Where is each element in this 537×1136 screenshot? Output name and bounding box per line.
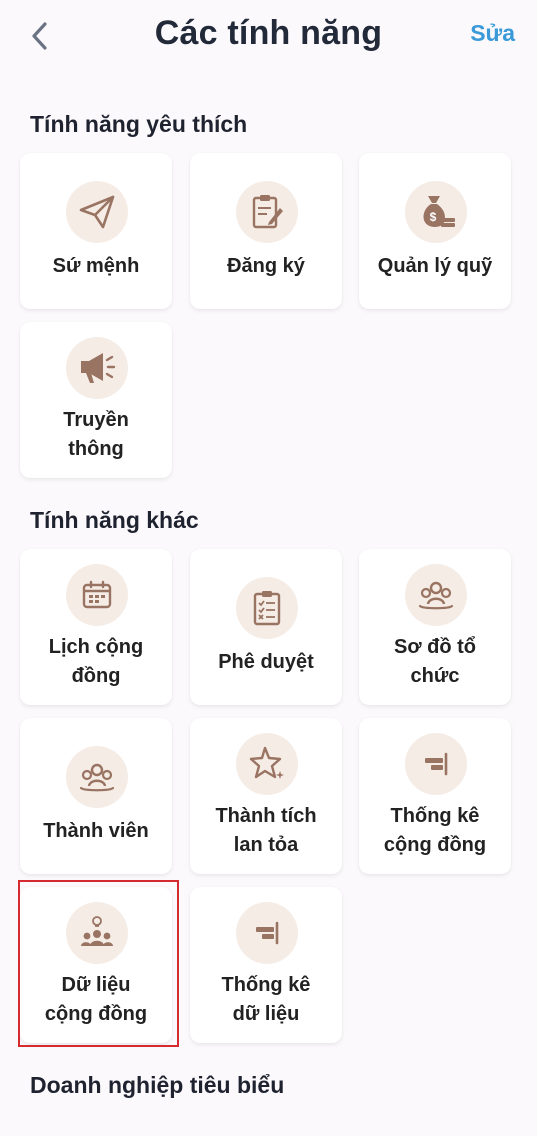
feature-card-label: Thành viên <box>43 820 149 842</box>
label-line: chức <box>410 665 460 687</box>
feature-card-thanh-tich-lan-toa[interactable]: Thành tích lan tỏa <box>190 718 342 874</box>
paper-plane-icon <box>66 181 128 243</box>
feature-card-thong-ke-du-lieu[interactable]: Thống kê dữ liệu <box>190 887 342 1043</box>
feature-card-label: Quản lý quỹ <box>377 255 493 277</box>
feature-card-dang-ky[interactable]: Đăng ký <box>190 153 342 309</box>
feature-card-quan-ly-quy[interactable]: $ Quản lý quỹ <box>359 153 511 309</box>
page-title: Các tính năng <box>154 14 383 52</box>
feature-card-su-menh[interactable]: Sứ mệnh <box>20 153 172 309</box>
feature-card-thong-ke-cong-dong[interactable]: Thống kê cộng đồng <box>359 718 511 874</box>
label-line: lan tỏa <box>233 834 299 856</box>
clipboard-edit-icon <box>236 181 298 243</box>
label-line: dữ liệu <box>232 1003 300 1025</box>
feature-card-label: Thành tích lan tỏa <box>196 802 336 860</box>
section-title-favorite: Tính năng yêu thích <box>30 111 248 137</box>
feature-card-thanh-vien[interactable]: Thành viên <box>20 718 172 874</box>
label-line: Truyền <box>63 409 129 431</box>
edit-button[interactable]: Sửa <box>470 20 515 47</box>
feature-card-label: Đăng ký <box>227 255 305 277</box>
feature-card-label: Thống kê cộng đồng <box>365 802 505 860</box>
group-circle-icon <box>405 564 467 626</box>
label-line: Sơ đồ tổ <box>394 636 476 658</box>
feature-card-label: Thống kê dữ liệu <box>196 971 336 1029</box>
label-line: Lịch cộng <box>48 636 144 658</box>
label-line: Thống kê <box>390 805 480 827</box>
label-line: Thành tích <box>215 805 317 827</box>
checklist-icon <box>236 577 298 639</box>
label-line: Thống kê <box>221 974 311 996</box>
feature-card-label: Truyền thông <box>26 406 166 464</box>
section-title-other: Tính năng khác <box>30 507 199 533</box>
label-line: cộng đồng <box>44 1003 148 1025</box>
feature-card-du-lieu-cong-dong[interactable]: Dữ liệu cộng đồng <box>20 887 172 1043</box>
section-title-business: Doanh nghiệp tiêu biểu <box>30 1072 285 1098</box>
feature-card-lich-cong-dong[interactable]: Lịch cộng đồng <box>20 549 172 705</box>
community-idea-icon <box>66 902 128 964</box>
feature-card-label: Lịch cộng đồng <box>26 633 166 691</box>
feature-card-label: Dữ liệu cộng đồng <box>26 971 166 1029</box>
feature-card-truyen-thong[interactable]: Truyền thông <box>20 322 172 478</box>
feature-card-label: Sứ mệnh <box>52 255 140 277</box>
header-bar: Các tính năng Sửa <box>0 0 537 72</box>
megaphone-icon <box>66 337 128 399</box>
feature-card-label: Phê duyệt <box>218 651 314 673</box>
feature-card-label: Sơ đồ tổ chức <box>365 633 505 691</box>
svg-text:$: $ <box>430 210 437 224</box>
feature-card-phe-duyet[interactable]: Phê duyệt <box>190 549 342 705</box>
label-line: thông <box>68 438 124 460</box>
label-line: Dữ liệu <box>61 974 131 996</box>
feature-card-so-do-to-chuc[interactable]: Sơ đồ tổ chức <box>359 549 511 705</box>
members-icon <box>66 746 128 808</box>
star-sparkle-icon <box>236 733 298 795</box>
calendar-icon <box>66 564 128 626</box>
bar-align-icon <box>236 902 298 964</box>
label-line: đồng <box>71 665 121 687</box>
bar-align-icon <box>405 733 467 795</box>
money-bag-icon: $ <box>405 181 467 243</box>
label-line: cộng đồng <box>383 834 487 856</box>
